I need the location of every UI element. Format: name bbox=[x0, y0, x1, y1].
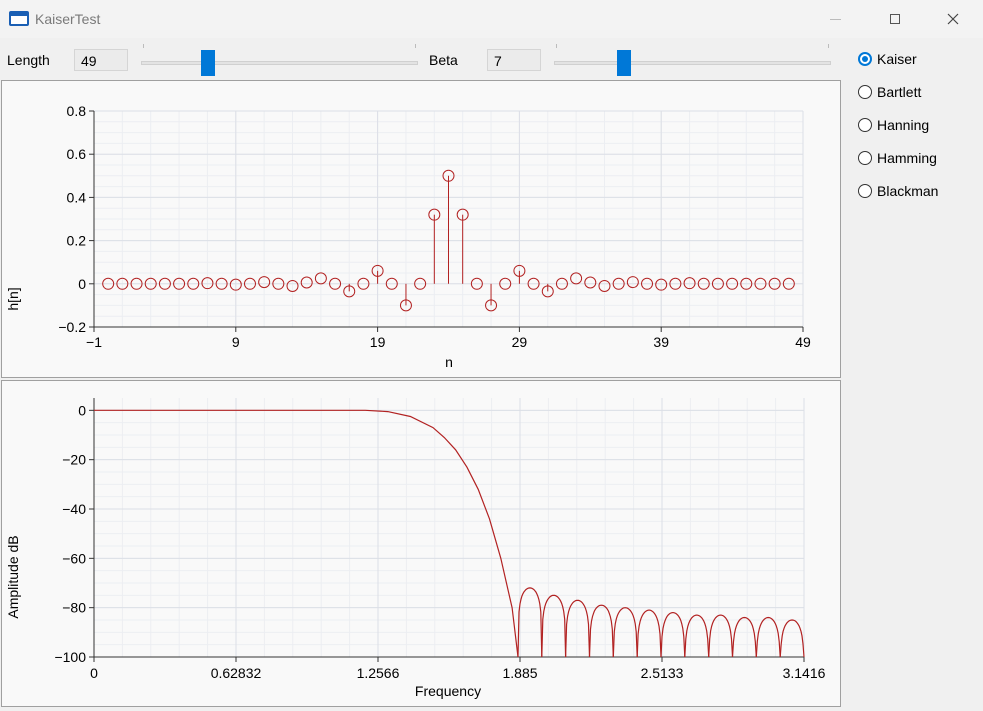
x-axis-label: Frequency bbox=[415, 683, 481, 699]
x-axis-label: n bbox=[445, 354, 453, 370]
beta-slider-thumb[interactable] bbox=[617, 50, 632, 76]
radio-button-icon bbox=[858, 184, 872, 198]
length-slider-track bbox=[141, 61, 418, 65]
y-axis-label: Amplitude dB bbox=[5, 535, 21, 618]
radio-button-icon bbox=[858, 151, 872, 165]
beta-slider-track bbox=[554, 61, 831, 65]
y-tick-label: 0.4 bbox=[67, 189, 87, 205]
beta-slider[interactable] bbox=[554, 44, 831, 78]
radio-kaiser[interactable]: Kaiser bbox=[858, 49, 917, 69]
close-button[interactable] bbox=[930, 0, 976, 38]
y-tick-label: 0.2 bbox=[67, 233, 87, 249]
sidelobe bbox=[755, 616, 781, 658]
radio-button-icon bbox=[858, 52, 872, 66]
slider-tick bbox=[828, 44, 829, 48]
close-icon bbox=[947, 13, 959, 25]
radio-label: Hanning bbox=[877, 117, 930, 133]
slider-tick bbox=[143, 44, 144, 48]
window-title: KaiserTest bbox=[35, 11, 101, 27]
impulse-response-chart: −1 9 19 29 39 49 −0.2 0 0.2 0.4 0.6 0.8 n h[n] bbox=[5, 103, 811, 370]
x-tick-label: 2.5133 bbox=[641, 665, 684, 681]
radio-blackman[interactable]: Blackman bbox=[858, 181, 938, 201]
radio-label: Hamming bbox=[877, 150, 937, 166]
length-field[interactable]: 49 bbox=[74, 49, 128, 71]
y-tick-label: −0.2 bbox=[58, 319, 86, 335]
stem-marker bbox=[300, 276, 313, 289]
window-type-panel: Kaiser Bartlett Hanning Hamming Blackman bbox=[842, 38, 983, 708]
sidelobe bbox=[517, 587, 543, 658]
y-tick-label: 0 bbox=[78, 276, 86, 292]
radio-button-icon bbox=[858, 85, 872, 99]
length-slider[interactable] bbox=[141, 44, 418, 78]
y-tick-label: −20 bbox=[62, 452, 86, 468]
x-tick-label: 29 bbox=[512, 334, 528, 350]
frequency-response-plot[interactable]: 0 0.62832 1.2566 1.885 2.5133 3.1416 −100 −80 −6… bbox=[1, 380, 841, 707]
sidelobe bbox=[779, 619, 805, 658]
parameter-toolbar: Length 49 Beta 7 bbox=[0, 38, 840, 80]
y-tick-label: 0 bbox=[78, 402, 86, 418]
radio-bartlett[interactable]: Bartlett bbox=[858, 82, 921, 102]
beta-label: Beta bbox=[429, 52, 458, 68]
x-tick-label: 3.1416 bbox=[783, 665, 826, 681]
beta-field[interactable]: 7 bbox=[487, 49, 541, 71]
x-tick-label: 19 bbox=[370, 334, 386, 350]
sidelobe bbox=[588, 604, 614, 658]
sidelobe bbox=[541, 594, 567, 658]
x-tick-label: 1.885 bbox=[502, 665, 537, 681]
length-slider-thumb[interactable] bbox=[201, 50, 216, 76]
y-tick-label: 0.6 bbox=[67, 146, 87, 162]
title-bar: KaiserTest bbox=[0, 0, 983, 38]
sidelobe bbox=[660, 611, 686, 658]
x-tick-label: 1.2566 bbox=[357, 665, 400, 681]
maximize-button[interactable] bbox=[872, 0, 918, 38]
minimize-button[interactable] bbox=[812, 0, 858, 38]
slider-tick bbox=[415, 44, 416, 48]
x-tick-label: 9 bbox=[232, 334, 240, 350]
radio-label: Blackman bbox=[877, 183, 939, 199]
minimize-icon bbox=[829, 18, 841, 20]
maximize-icon bbox=[890, 14, 900, 24]
y-tick-label: 0.8 bbox=[67, 103, 87, 119]
sidelobe bbox=[708, 614, 734, 658]
radio-hamming[interactable]: Hamming bbox=[858, 148, 937, 168]
y-tick-label: −60 bbox=[62, 550, 86, 566]
radio-hanning[interactable]: Hanning bbox=[858, 115, 929, 135]
sidelobe bbox=[731, 616, 757, 658]
y-tick-label: −100 bbox=[54, 649, 86, 665]
app-window-icon bbox=[9, 11, 29, 26]
sidelobe bbox=[684, 614, 710, 658]
radio-label: Kaiser bbox=[877, 51, 917, 67]
x-tick-label: 0 bbox=[90, 665, 98, 681]
stem-marker bbox=[584, 276, 597, 289]
x-tick-label: 49 bbox=[795, 334, 811, 350]
y-axis-label: h[n] bbox=[5, 287, 21, 310]
slider-tick bbox=[556, 44, 557, 48]
frequency-response-chart: 0 0.62832 1.2566 1.885 2.5133 3.1416 −100 −80 −6… bbox=[5, 398, 826, 699]
sidelobe bbox=[636, 609, 662, 658]
y-tick-label: −80 bbox=[62, 600, 86, 616]
sidelobe bbox=[565, 599, 591, 658]
x-tick-label: 39 bbox=[653, 334, 669, 350]
x-tick-label: −1 bbox=[86, 334, 102, 350]
radio-button-icon bbox=[858, 118, 872, 132]
y-tick-label: −40 bbox=[62, 501, 86, 517]
length-label: Length bbox=[7, 52, 50, 68]
radio-label: Bartlett bbox=[877, 84, 922, 100]
impulse-response-plot[interactable]: −1 9 19 29 39 49 −0.2 0 0.2 0.4 0.6 0.8 n h[n] bbox=[1, 80, 841, 378]
x-tick-label: 0.62832 bbox=[211, 665, 262, 681]
